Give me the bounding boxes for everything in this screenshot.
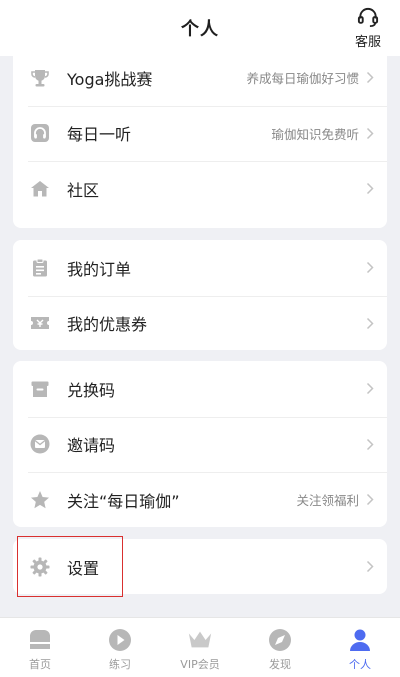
menu-item-label: 我的优惠券 [67, 315, 148, 335]
chevron-right-icon [365, 126, 375, 140]
settings-highlight-box [17, 536, 123, 597]
menu-item-daily-listen[interactable]: 每日一听 瑜伽知识免费听 [13, 105, 387, 162]
menu-item-my-orders[interactable]: 我的订单 [13, 240, 387, 296]
chevron-right-icon [365, 71, 375, 85]
customer-service-button[interactable]: 客服 [348, 6, 388, 50]
menu-group-activities: Yoga挑战赛 养成每日瑜伽好习惯 每日一听 瑜伽知识免费听 社区 [13, 50, 387, 228]
menu-item-label: 兑换码 [67, 380, 116, 400]
menu-item-label: 我的订单 [67, 259, 132, 279]
menu-item-community[interactable]: 社区 [13, 161, 387, 217]
top-bar: 个人 客服 [0, 0, 400, 56]
tab-label: 个人 [349, 658, 371, 671]
menu-group-codes: 兑换码 邀请码 关注“每日瑜伽” 关注领福利 [13, 361, 387, 527]
menu-item-label: 社区 [67, 180, 100, 200]
headphones-icon [28, 121, 52, 145]
play-icon [107, 627, 133, 653]
tab-practice[interactable]: 练习 [80, 618, 160, 677]
menu-group-orders: 我的订单 我的优惠券 [13, 240, 387, 350]
crown-icon [187, 627, 213, 653]
coupon-icon [28, 311, 52, 335]
menu-item-my-coupons[interactable]: 我的优惠券 [13, 295, 387, 351]
bottom-tab-bar: 首页 练习 VIP会员 发现 个人 [0, 617, 400, 677]
tab-discover[interactable]: 发现 [240, 618, 320, 677]
menu-item-label: Yoga挑战赛 [67, 69, 153, 89]
tab-label: 首页 [29, 658, 51, 671]
menu-item-invite-code[interactable]: 邀请码 [13, 416, 387, 473]
trophy-icon [28, 66, 52, 90]
chevron-right-icon [365, 493, 375, 507]
tab-profile[interactable]: 个人 [320, 618, 400, 677]
menu-item-hint: 关注领福利 [296, 493, 359, 509]
customer-service-label: 客服 [354, 35, 381, 50]
tab-label: 发现 [269, 658, 291, 671]
home-icon [27, 627, 53, 653]
menu-item-hint: 瑜伽知识免费听 [271, 126, 359, 142]
star-icon [28, 488, 52, 512]
person-icon [347, 627, 373, 653]
chevron-right-icon [365, 316, 375, 330]
menu-item-redeem-code[interactable]: 兑换码 [13, 361, 387, 417]
tab-label: 练习 [109, 658, 131, 671]
tab-vip[interactable]: VIP会员 [160, 618, 240, 677]
chevron-right-icon [365, 437, 375, 451]
chevron-right-icon [365, 261, 375, 275]
gift-box-icon [28, 377, 52, 401]
menu-item-yoga-challenge[interactable]: Yoga挑战赛 养成每日瑜伽好习惯 [13, 50, 387, 106]
headset-icon [357, 7, 379, 27]
chevron-right-icon [365, 382, 375, 396]
chevron-right-icon [365, 560, 375, 574]
envelope-icon [28, 432, 52, 456]
menu-item-label: 邀请码 [67, 436, 116, 456]
menu-item-label: 关注“每日瑜伽” [67, 491, 180, 511]
menu-item-label: 每日一听 [67, 125, 132, 145]
menu-item-hint: 养成每日瑜伽好习惯 [246, 71, 359, 87]
chevron-right-icon [365, 182, 375, 196]
house-icon [28, 177, 52, 201]
compass-icon [267, 627, 293, 653]
tab-label: VIP会员 [180, 658, 220, 671]
clipboard-icon [28, 256, 52, 280]
menu-item-follow-account[interactable]: 关注“每日瑜伽” 关注领福利 [13, 472, 387, 527]
page-title: 个人 [181, 19, 219, 40]
tab-home[interactable]: 首页 [0, 618, 80, 677]
